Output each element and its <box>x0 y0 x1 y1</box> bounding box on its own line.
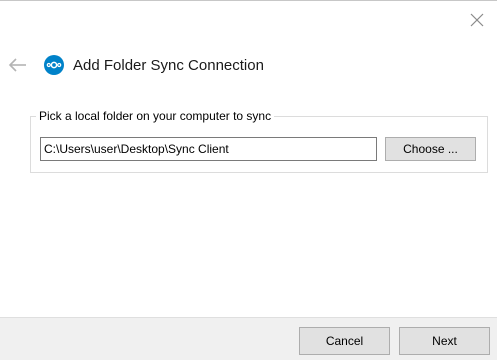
next-button[interactable]: Next <box>399 327 490 355</box>
dialog-footer: Cancel Next <box>0 317 497 360</box>
cancel-button[interactable]: Cancel <box>299 327 390 355</box>
back-button[interactable] <box>7 55 29 75</box>
add-folder-sync-dialog: Add Folder Sync Connection Pick a local … <box>0 0 497 360</box>
local-folder-legend: Pick a local folder on your computer to … <box>36 108 275 124</box>
close-button[interactable] <box>466 9 488 31</box>
close-icon <box>470 13 484 27</box>
arrow-left-icon <box>8 58 26 72</box>
page-title: Add Folder Sync Connection <box>73 56 264 74</box>
local-folder-path-input[interactable] <box>40 137 377 161</box>
choose-folder-button[interactable]: Choose ... <box>385 137 476 161</box>
nextcloud-logo-icon <box>44 55 64 75</box>
page-header: Add Folder Sync Connection <box>44 53 264 77</box>
